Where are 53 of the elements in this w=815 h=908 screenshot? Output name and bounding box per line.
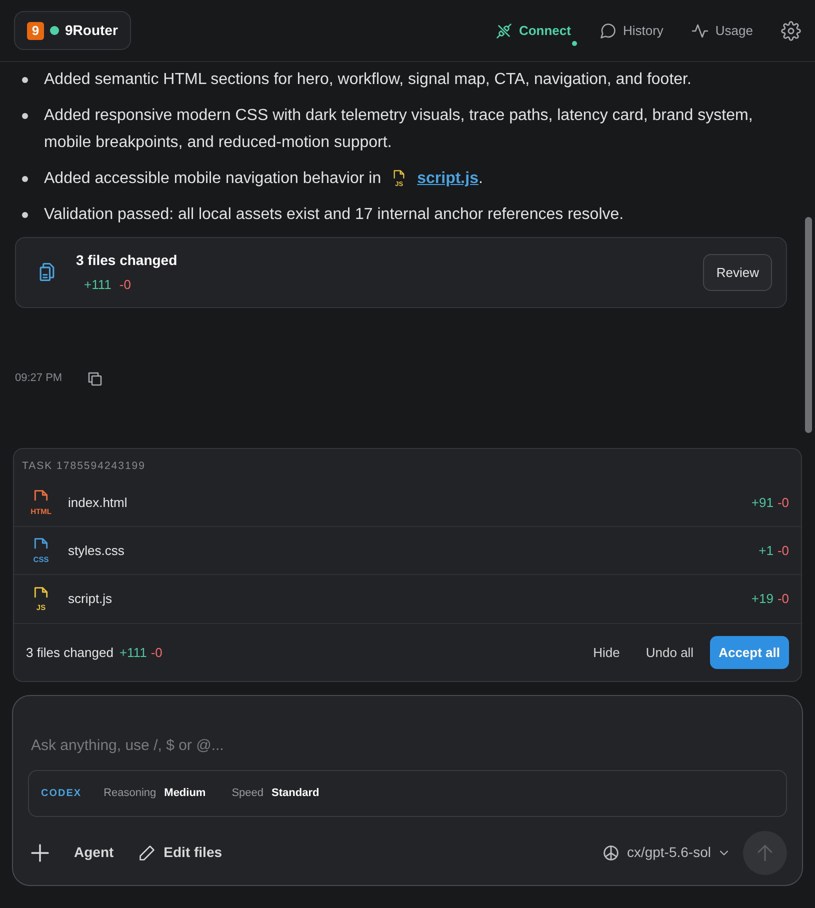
copy-icon[interactable]	[86, 370, 104, 388]
bullet-dot	[22, 113, 28, 119]
added-count: +19	[751, 590, 774, 608]
mode-button[interactable]: Agent	[66, 838, 122, 868]
nav-tab[interactable]: Usage	[685, 16, 759, 44]
setting-value[interactable]: Standard	[272, 785, 320, 802]
status-dot	[50, 26, 59, 35]
pulse-icon	[691, 22, 710, 40]
bullet-dot	[22, 212, 28, 218]
setting-value[interactable]: Medium	[164, 785, 206, 802]
setting-label: Reasoning	[104, 786, 156, 802]
removed-count: -0	[777, 590, 789, 608]
review-button[interactable]: Review	[703, 254, 772, 291]
bullet-text: Validation passed: all local assets exist and 17 internal anchor references resolve.	[44, 205, 624, 225]
provider-label: CODEX	[41, 787, 82, 801]
bullet-text: Added accessible mobile navigation behavior in	[44, 169, 382, 189]
removed-count: -0	[119, 276, 131, 294]
plug-icon	[494, 22, 513, 40]
bullet-text: Added responsive modern CSS with dark telemetry visuals, trace paths, latency card, brand system, mobile breakpoints, and reduced-motion support.	[44, 106, 754, 153]
chat-bubble-icon	[598, 22, 617, 40]
bullet-text: .	[478, 169, 483, 189]
brand-badge: 9	[27, 22, 44, 40]
task-label: TASK 1785594243199	[21, 459, 146, 474]
settings-icon[interactable]	[781, 20, 801, 40]
nav-tab[interactable]: Connect	[488, 16, 577, 44]
pencil-icon	[138, 844, 156, 862]
file-name: index.html	[68, 494, 128, 512]
added-count: +1	[758, 542, 774, 560]
removed-count: -0	[777, 542, 789, 560]
timestamp: 09:27 PM	[15, 371, 62, 386]
message-input[interactable]: Ask anything, use /, $ or @...	[28, 735, 787, 758]
removed-count: -0	[150, 644, 162, 662]
brand-pill[interactable]: 9 9Router	[14, 11, 131, 50]
setting-label: Speed	[232, 786, 264, 802]
brand-name: 9Router	[65, 21, 118, 40]
bullet-dot	[22, 77, 28, 83]
file-link[interactable]: script.js	[417, 165, 478, 192]
bullet-text: Added semantic HTML sections for hero, workflow, signal map, CTA, navigation, and footer.	[44, 70, 692, 90]
file-name: styles.css	[68, 542, 124, 560]
model-logo-icon	[600, 842, 621, 863]
files-summary: 3 files changed	[26, 644, 114, 662]
model-selector[interactable]: cx/gpt-5.6-sol	[596, 838, 735, 868]
added-count: +91	[751, 494, 774, 512]
file-name: script.js	[68, 590, 112, 608]
removed-count: -0	[777, 494, 789, 512]
added-count: +111	[119, 644, 147, 662]
bullet-dot	[22, 176, 28, 182]
added-count: +111	[84, 276, 112, 294]
hide-button[interactable]: Hide	[583, 636, 630, 668]
undo-button[interactable]: Undo all	[636, 636, 704, 668]
nav-tab[interactable]: History	[592, 16, 670, 44]
summary-title: 3 files changed	[76, 251, 178, 270]
edit-files-button[interactable]: Edit files	[130, 838, 230, 868]
